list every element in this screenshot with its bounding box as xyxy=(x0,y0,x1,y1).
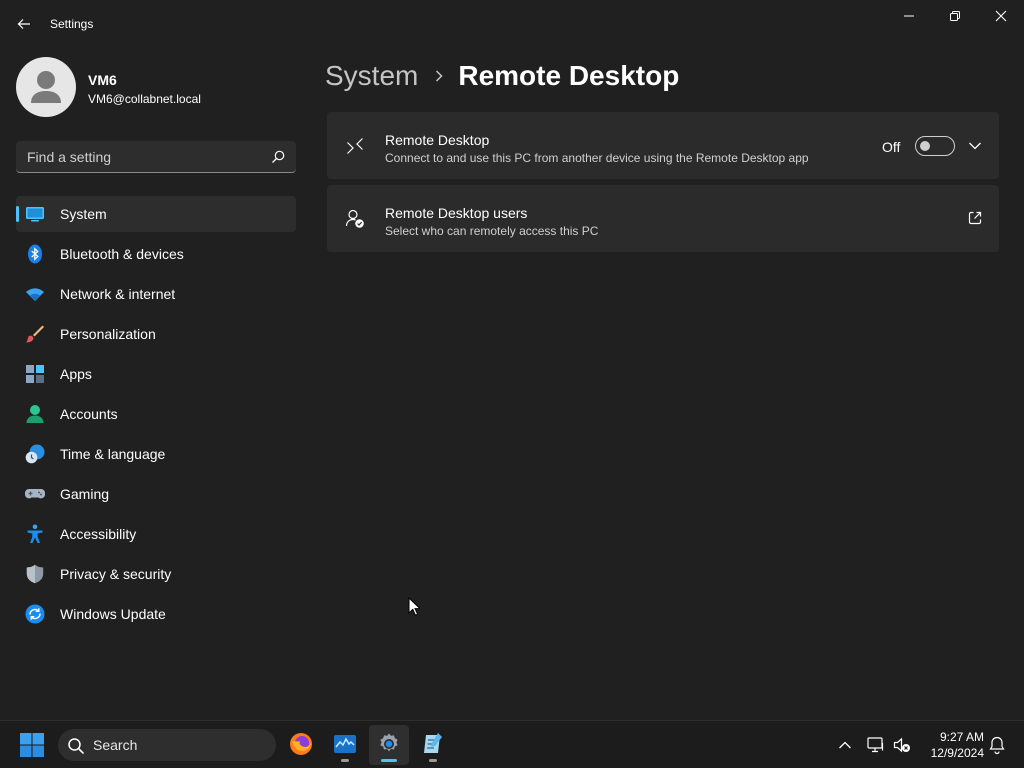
chevron-down-icon[interactable] xyxy=(965,138,985,154)
notepad-icon xyxy=(424,733,442,753)
volume-muted-icon[interactable] xyxy=(892,735,912,755)
user-avatar-icon xyxy=(31,71,61,103)
remote-desktop-toggle[interactable] xyxy=(915,136,955,156)
remote-users-icon xyxy=(345,209,364,228)
breadcrumb-parent[interactable]: System xyxy=(325,60,418,92)
apps-icon xyxy=(26,365,44,383)
sidebar-item-time-language[interactable]: Time & language xyxy=(16,436,296,472)
search-icon xyxy=(68,738,85,755)
user-email: VM6@collabnet.local xyxy=(88,92,201,106)
sidebar-item-label: Gaming xyxy=(60,486,110,502)
taskbar-clock[interactable]: 9:27 AM 12/9/2024 xyxy=(918,729,984,761)
sidebar-item-apps[interactable]: Apps xyxy=(16,356,296,392)
accounts-icon xyxy=(26,405,44,423)
sidebar-item-privacy-security[interactable]: Privacy & security xyxy=(16,556,296,592)
network-icon[interactable] xyxy=(866,735,886,755)
mouse-cursor-icon xyxy=(408,597,420,616)
remote-users-description: Select who can remotely access this PC xyxy=(385,224,599,238)
gamepad-icon xyxy=(25,489,45,499)
sidebar-item-label: Bluetooth & devices xyxy=(60,246,184,262)
firefox-icon xyxy=(290,733,312,755)
sidebar-item-label: Network & internet xyxy=(60,286,176,302)
chevron-up-icon[interactable] xyxy=(835,735,855,755)
remote-desktop-card[interactable]: Remote Desktop Connect to and use this P… xyxy=(327,112,999,179)
sidebar-item-network[interactable]: Network & internet xyxy=(16,276,296,312)
find-setting-input[interactable] xyxy=(16,141,256,172)
clock-date: 12/9/2024 xyxy=(930,746,984,760)
running-indicator xyxy=(429,759,437,762)
sidebar-item-label: Time & language xyxy=(60,446,166,462)
sidebar-item-label: Windows Update xyxy=(60,606,166,622)
app-title: Settings xyxy=(50,17,94,31)
restore-button[interactable] xyxy=(932,0,978,32)
wifi-icon xyxy=(26,288,44,301)
windows-start-icon[interactable] xyxy=(16,731,48,759)
restore-icon xyxy=(950,11,960,21)
taskbar-app-settings[interactable] xyxy=(369,725,409,765)
bluetooth-icon xyxy=(28,244,42,264)
taskbar: Search 9:27 AM 12/9/2024 xyxy=(0,720,1024,768)
sidebar-item-label: Personalization xyxy=(60,326,156,342)
page-title: Remote Desktop xyxy=(458,60,680,91)
remote-desktop-icon xyxy=(347,138,363,154)
sidebar-item-label: Apps xyxy=(60,366,92,382)
clock-time: 9:27 AM xyxy=(939,730,984,744)
minimize-icon xyxy=(904,15,914,17)
notification-bell-icon[interactable] xyxy=(987,735,1007,755)
sidebar-item-accessibility[interactable]: Accessibility xyxy=(16,516,296,552)
find-setting-box[interactable] xyxy=(16,141,296,173)
back-arrow-icon xyxy=(17,19,30,29)
taskbar-search[interactable]: Search xyxy=(58,729,276,761)
brush-icon xyxy=(26,325,44,343)
sidebar-item-bluetooth[interactable]: Bluetooth & devices xyxy=(16,236,296,272)
search-icon[interactable] xyxy=(270,149,286,165)
toggle-knob xyxy=(920,141,930,151)
taskbar-app-notepad[interactable] xyxy=(413,725,453,765)
active-indicator xyxy=(381,759,397,762)
user-name: VM6 xyxy=(88,72,117,88)
breadcrumb: System Remote Desktop xyxy=(325,58,679,94)
sidebar-item-label: System xyxy=(60,206,107,222)
settings-icon xyxy=(380,733,398,752)
sidebar-nav: System Bluetooth & devices Network & int… xyxy=(16,196,296,636)
open-external-icon[interactable] xyxy=(967,210,983,226)
sidebar-item-gaming[interactable]: Gaming xyxy=(16,476,296,512)
update-icon xyxy=(25,604,45,624)
taskbar-app-task-manager[interactable] xyxy=(325,725,365,765)
sidebar-item-windows-update[interactable]: Windows Update xyxy=(16,596,296,632)
chevron-right-icon xyxy=(434,69,444,83)
taskbar-app-firefox[interactable] xyxy=(281,725,321,765)
taskbar-search-label: Search xyxy=(93,737,138,753)
close-button[interactable] xyxy=(978,0,1024,32)
remote-desktop-description: Connect to and use this PC from another … xyxy=(385,151,809,165)
title-bar: Settings xyxy=(0,0,1024,48)
sidebar-item-label: Accounts xyxy=(60,406,118,422)
shield-icon xyxy=(26,564,44,584)
minimize-button[interactable] xyxy=(886,0,932,32)
running-indicator xyxy=(341,759,349,762)
sidebar-item-label: Privacy & security xyxy=(60,566,172,582)
remote-desktop-toggle-state: Off xyxy=(882,139,901,155)
close-icon xyxy=(995,10,1007,22)
sidebar-item-label: Accessibility xyxy=(60,526,137,542)
remote-desktop-title: Remote Desktop xyxy=(385,132,490,148)
system-icon xyxy=(26,207,44,222)
sidebar-item-personalization[interactable]: Personalization xyxy=(16,316,296,352)
back-button[interactable] xyxy=(8,8,40,40)
time-language-icon xyxy=(25,444,45,464)
remote-users-title: Remote Desktop users xyxy=(385,205,528,221)
accessibility-icon xyxy=(27,524,43,543)
sidebar-item-accounts[interactable]: Accounts xyxy=(16,396,296,432)
avatar[interactable] xyxy=(16,57,76,117)
remote-desktop-users-card[interactable]: Remote Desktop users Select who can remo… xyxy=(327,185,999,252)
task-manager-icon xyxy=(334,735,356,753)
sidebar-item-system[interactable]: System xyxy=(16,196,296,232)
